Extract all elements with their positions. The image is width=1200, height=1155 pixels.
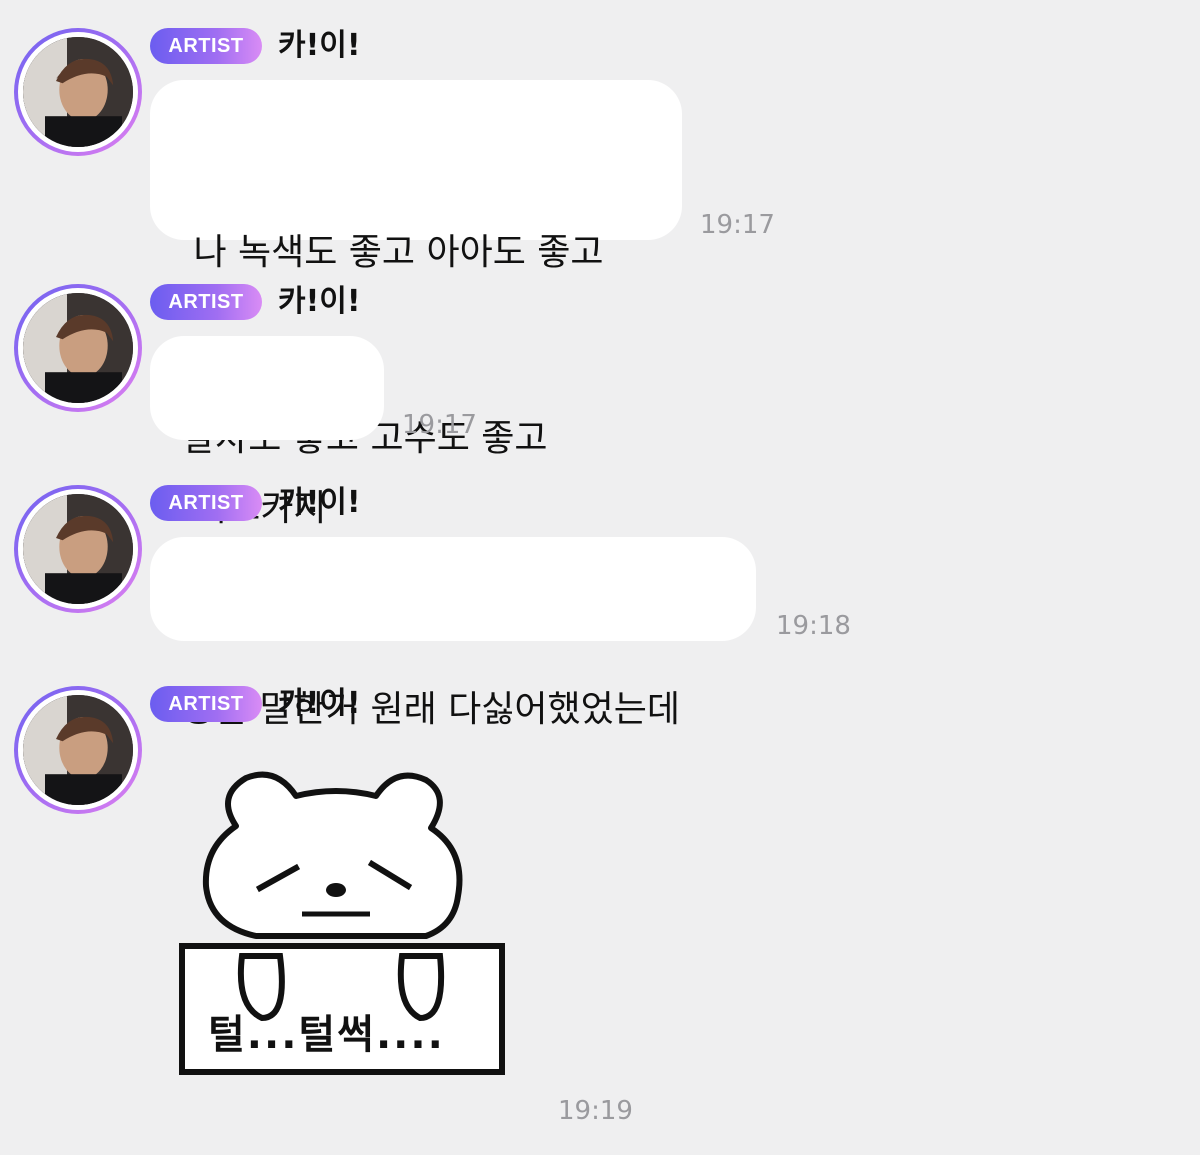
artist-badge: ARTIST — [150, 284, 262, 320]
message-text: 방금 말한거 원래 다싫어했었는데 — [182, 689, 681, 730]
artist-badge: ARTIST — [150, 485, 262, 521]
profile-photo-icon — [23, 695, 133, 805]
profile-photo-icon — [23, 37, 133, 147]
artist-badge: ARTIST — [150, 686, 262, 722]
message-time: 19:17 — [402, 410, 477, 440]
message-text: 나 녹색도 좋고 아아도 좋고 — [182, 232, 604, 273]
profile-photo-icon — [23, 494, 133, 604]
message-time: 19:17 — [700, 210, 775, 240]
artist-badge: ARTIST — [150, 28, 262, 64]
sender-name: 카!이! — [278, 284, 361, 319]
avatar[interactable] — [14, 284, 142, 412]
avatar[interactable] — [14, 28, 142, 156]
message-bubble[interactable]: 나 녹색도 좋고 아아도 좋고 말차도 좋고 고수도 좋고 — [150, 80, 682, 459]
bear-sticker[interactable]: 털...털썩.... — [176, 756, 512, 1078]
message-time: 19:19 — [558, 1096, 633, 1126]
sender-name: 카!이! — [278, 686, 361, 721]
sender-name: 카!이! — [278, 28, 361, 63]
message-time: 19:18 — [776, 611, 851, 641]
sticker-caption: 털...털썩.... — [208, 1012, 445, 1058]
message-bubble[interactable]: 방금 말한거 원래 다싫어했었는데 — [150, 537, 756, 730]
profile-photo-icon — [23, 293, 133, 403]
avatar[interactable] — [14, 485, 142, 613]
message-bubble[interactable]: 어뜨카지 — [150, 336, 384, 529]
sender-name: 카!이! — [278, 485, 361, 520]
avatar[interactable] — [14, 686, 142, 814]
